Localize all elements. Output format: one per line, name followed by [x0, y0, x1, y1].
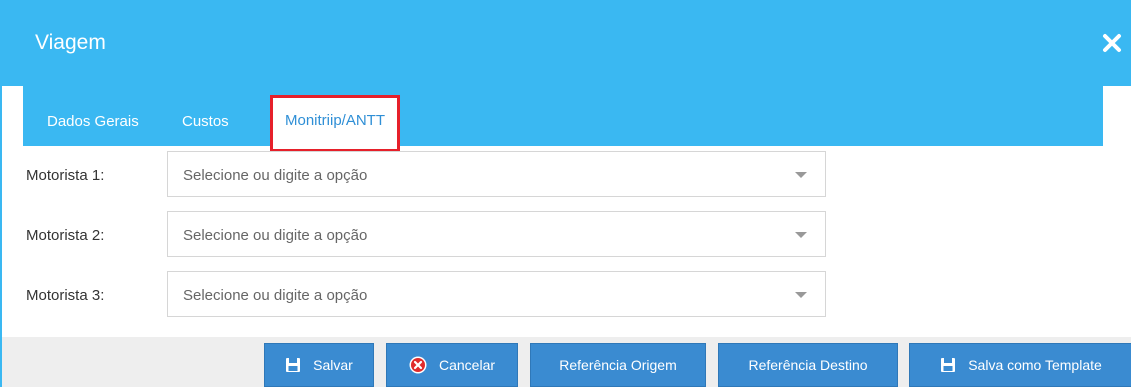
floppy-icon: [940, 357, 956, 373]
tab-monitriip-antt[interactable]: Monitriip/ANTT: [270, 95, 401, 152]
referencia-destino-label: Referência Destino: [748, 357, 868, 373]
chevron-down-icon[interactable]: [795, 232, 807, 238]
tab-dados-gerais[interactable]: Dados Gerais: [47, 86, 139, 146]
dialog-footer: Salvar Cancelar Referência Origem Referê…: [2, 337, 1131, 387]
motorista-2-row: Motorista 2: Selecione ou digite a opção: [2, 211, 1131, 259]
chevron-down-icon[interactable]: [795, 172, 807, 178]
referencia-destino-button[interactable]: Referência Destino: [718, 343, 898, 387]
motorista-3-placeholder: Selecione ou digite a opção: [183, 287, 368, 304]
floppy-icon: [285, 357, 301, 373]
motorista-1-row: Motorista 1: Selecione ou digite a opção: [2, 151, 1131, 199]
cancel-button-label: Cancelar: [438, 357, 496, 373]
cancel-circle-icon: [409, 356, 427, 374]
motorista-2-placeholder: Selecione ou digite a opção: [183, 227, 368, 244]
motorista-1-label: Motorista 1:: [26, 167, 105, 184]
motorista-3-select[interactable]: Selecione ou digite a opção: [167, 271, 826, 317]
referencia-origem-label: Referência Origem: [559, 357, 677, 373]
motorista-2-select[interactable]: Selecione ou digite a opção: [167, 211, 826, 257]
save-button-label: Salvar: [313, 357, 353, 373]
referencia-origem-button[interactable]: Referência Origem: [530, 343, 706, 387]
dialog-title: Viagem: [35, 31, 106, 54]
motorista-1-select[interactable]: Selecione ou digite a opção: [167, 151, 826, 197]
tab-bar: Dados Gerais Custos Monitriip/ANTT: [23, 86, 1103, 152]
save-as-template-button[interactable]: Salva como Template: [909, 343, 1131, 387]
save-button[interactable]: Salvar: [264, 343, 374, 387]
save-as-template-label: Salva como Template: [968, 357, 1102, 373]
motorista-3-row: Motorista 3: Selecione ou digite a opção: [2, 271, 1131, 319]
dialog-header: Viagem: [2, 0, 1131, 86]
close-icon[interactable]: [1101, 32, 1123, 54]
motorista-3-label: Motorista 3:: [26, 287, 105, 304]
chevron-down-icon[interactable]: [795, 292, 807, 298]
cancel-button[interactable]: Cancelar: [386, 343, 518, 387]
motorista-1-placeholder: Selecione ou digite a opção: [183, 167, 368, 184]
viagem-dialog: Viagem Dados Gerais Custos Monitriip/ANT…: [0, 0, 1131, 387]
tab-custos[interactable]: Custos: [182, 86, 229, 146]
motorista-2-label: Motorista 2:: [26, 227, 105, 244]
